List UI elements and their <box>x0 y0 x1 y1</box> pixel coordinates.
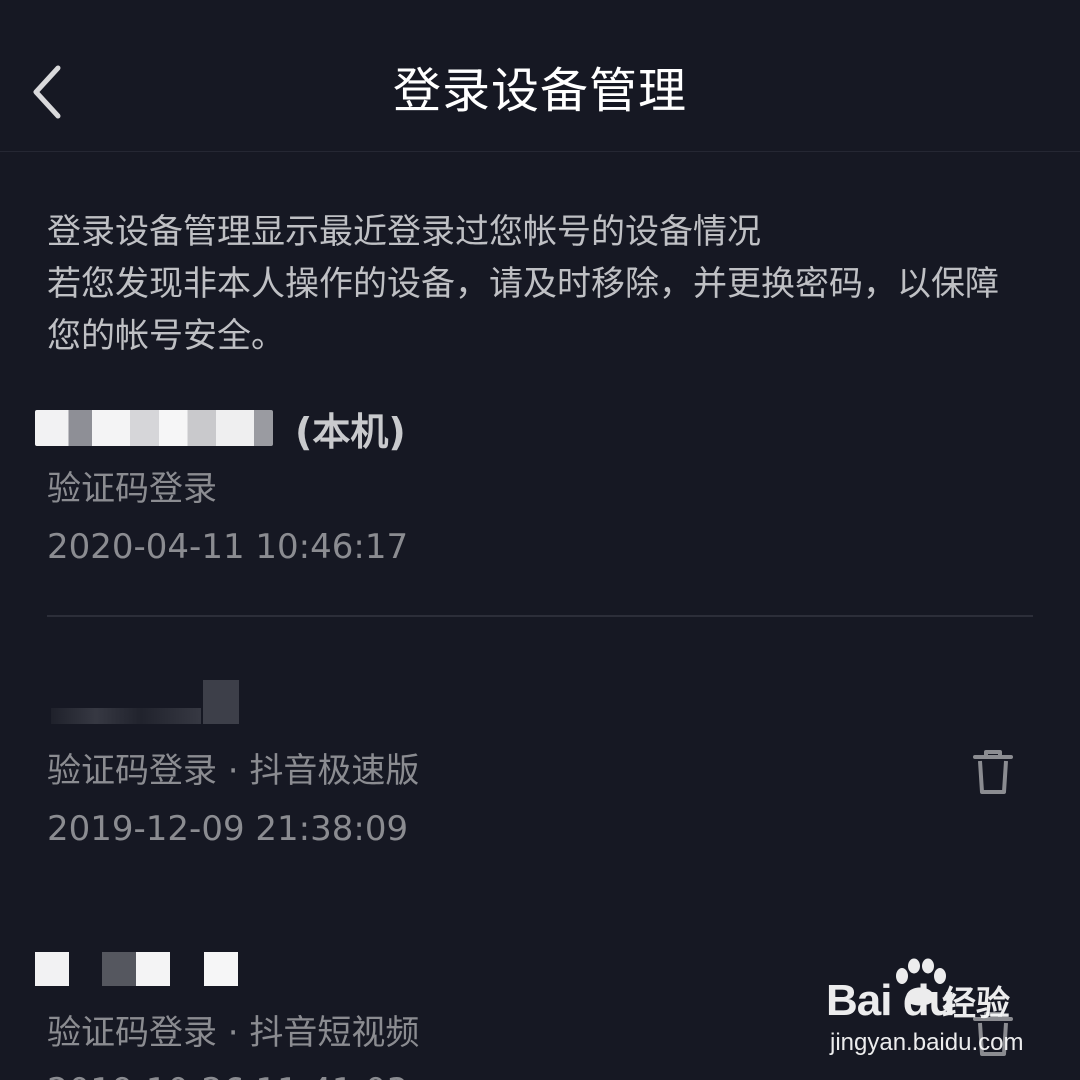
baidu-jingyan-watermark: Bai du 经验 jingyan.baidu.com <box>826 958 1056 1062</box>
device-name <box>47 678 1033 734</box>
list-divider <box>47 615 1033 617</box>
description-line-1: 登录设备管理显示最近登录过您帐号的设备情况 <box>47 212 761 252</box>
login-time: 2019-10-26 11:41:03 <box>47 1066 408 1080</box>
login-method: 验证码登录 · 抖音极速版 <box>47 751 420 791</box>
device-item-current: (本机) 验证码登录 2020-04-11 10:46:17 <box>35 404 1033 584</box>
redacted-device-name <box>136 952 170 986</box>
redacted-device-name <box>102 952 136 986</box>
login-method: 验证码登录 · 抖音短视频 <box>47 1013 420 1053</box>
redacted-device-name <box>35 952 69 986</box>
login-method: 验证码登录 <box>47 469 217 509</box>
watermark-logo: Bai du <box>826 976 955 1025</box>
delete-device-button[interactable] <box>963 742 1023 802</box>
device-name: (本机) <box>35 404 1033 460</box>
description-text: 登录设备管理显示最近登录过您帐号的设备情况 若您发现非本人操作的设备，请及时移除… <box>47 206 1047 362</box>
redacted-device-name <box>35 410 273 446</box>
login-time: 2019-12-09 21:38:09 <box>47 809 409 849</box>
description-line-2: 若您发现非本人操作的设备，请及时移除，并更换密码，以保障您的帐号安全。 <box>47 264 999 356</box>
trash-icon <box>973 750 1013 794</box>
watermark-sub: 经验 <box>942 984 1010 1024</box>
device-item: 验证码登录 · 抖音极速版 2019-12-09 21:38:09 <box>47 678 1033 858</box>
login-time: 2020-04-11 10:46:17 <box>47 527 409 567</box>
redacted-device-name <box>203 680 239 724</box>
page-title: 登录设备管理 <box>392 63 687 119</box>
redacted-device-name <box>51 708 201 724</box>
watermark-url: jingyan.baidu.com <box>830 1029 1024 1056</box>
navigation-bar: 登录设备管理 <box>0 0 1080 152</box>
device-current-label: (本机) <box>295 410 406 454</box>
redacted-device-name <box>204 952 238 986</box>
